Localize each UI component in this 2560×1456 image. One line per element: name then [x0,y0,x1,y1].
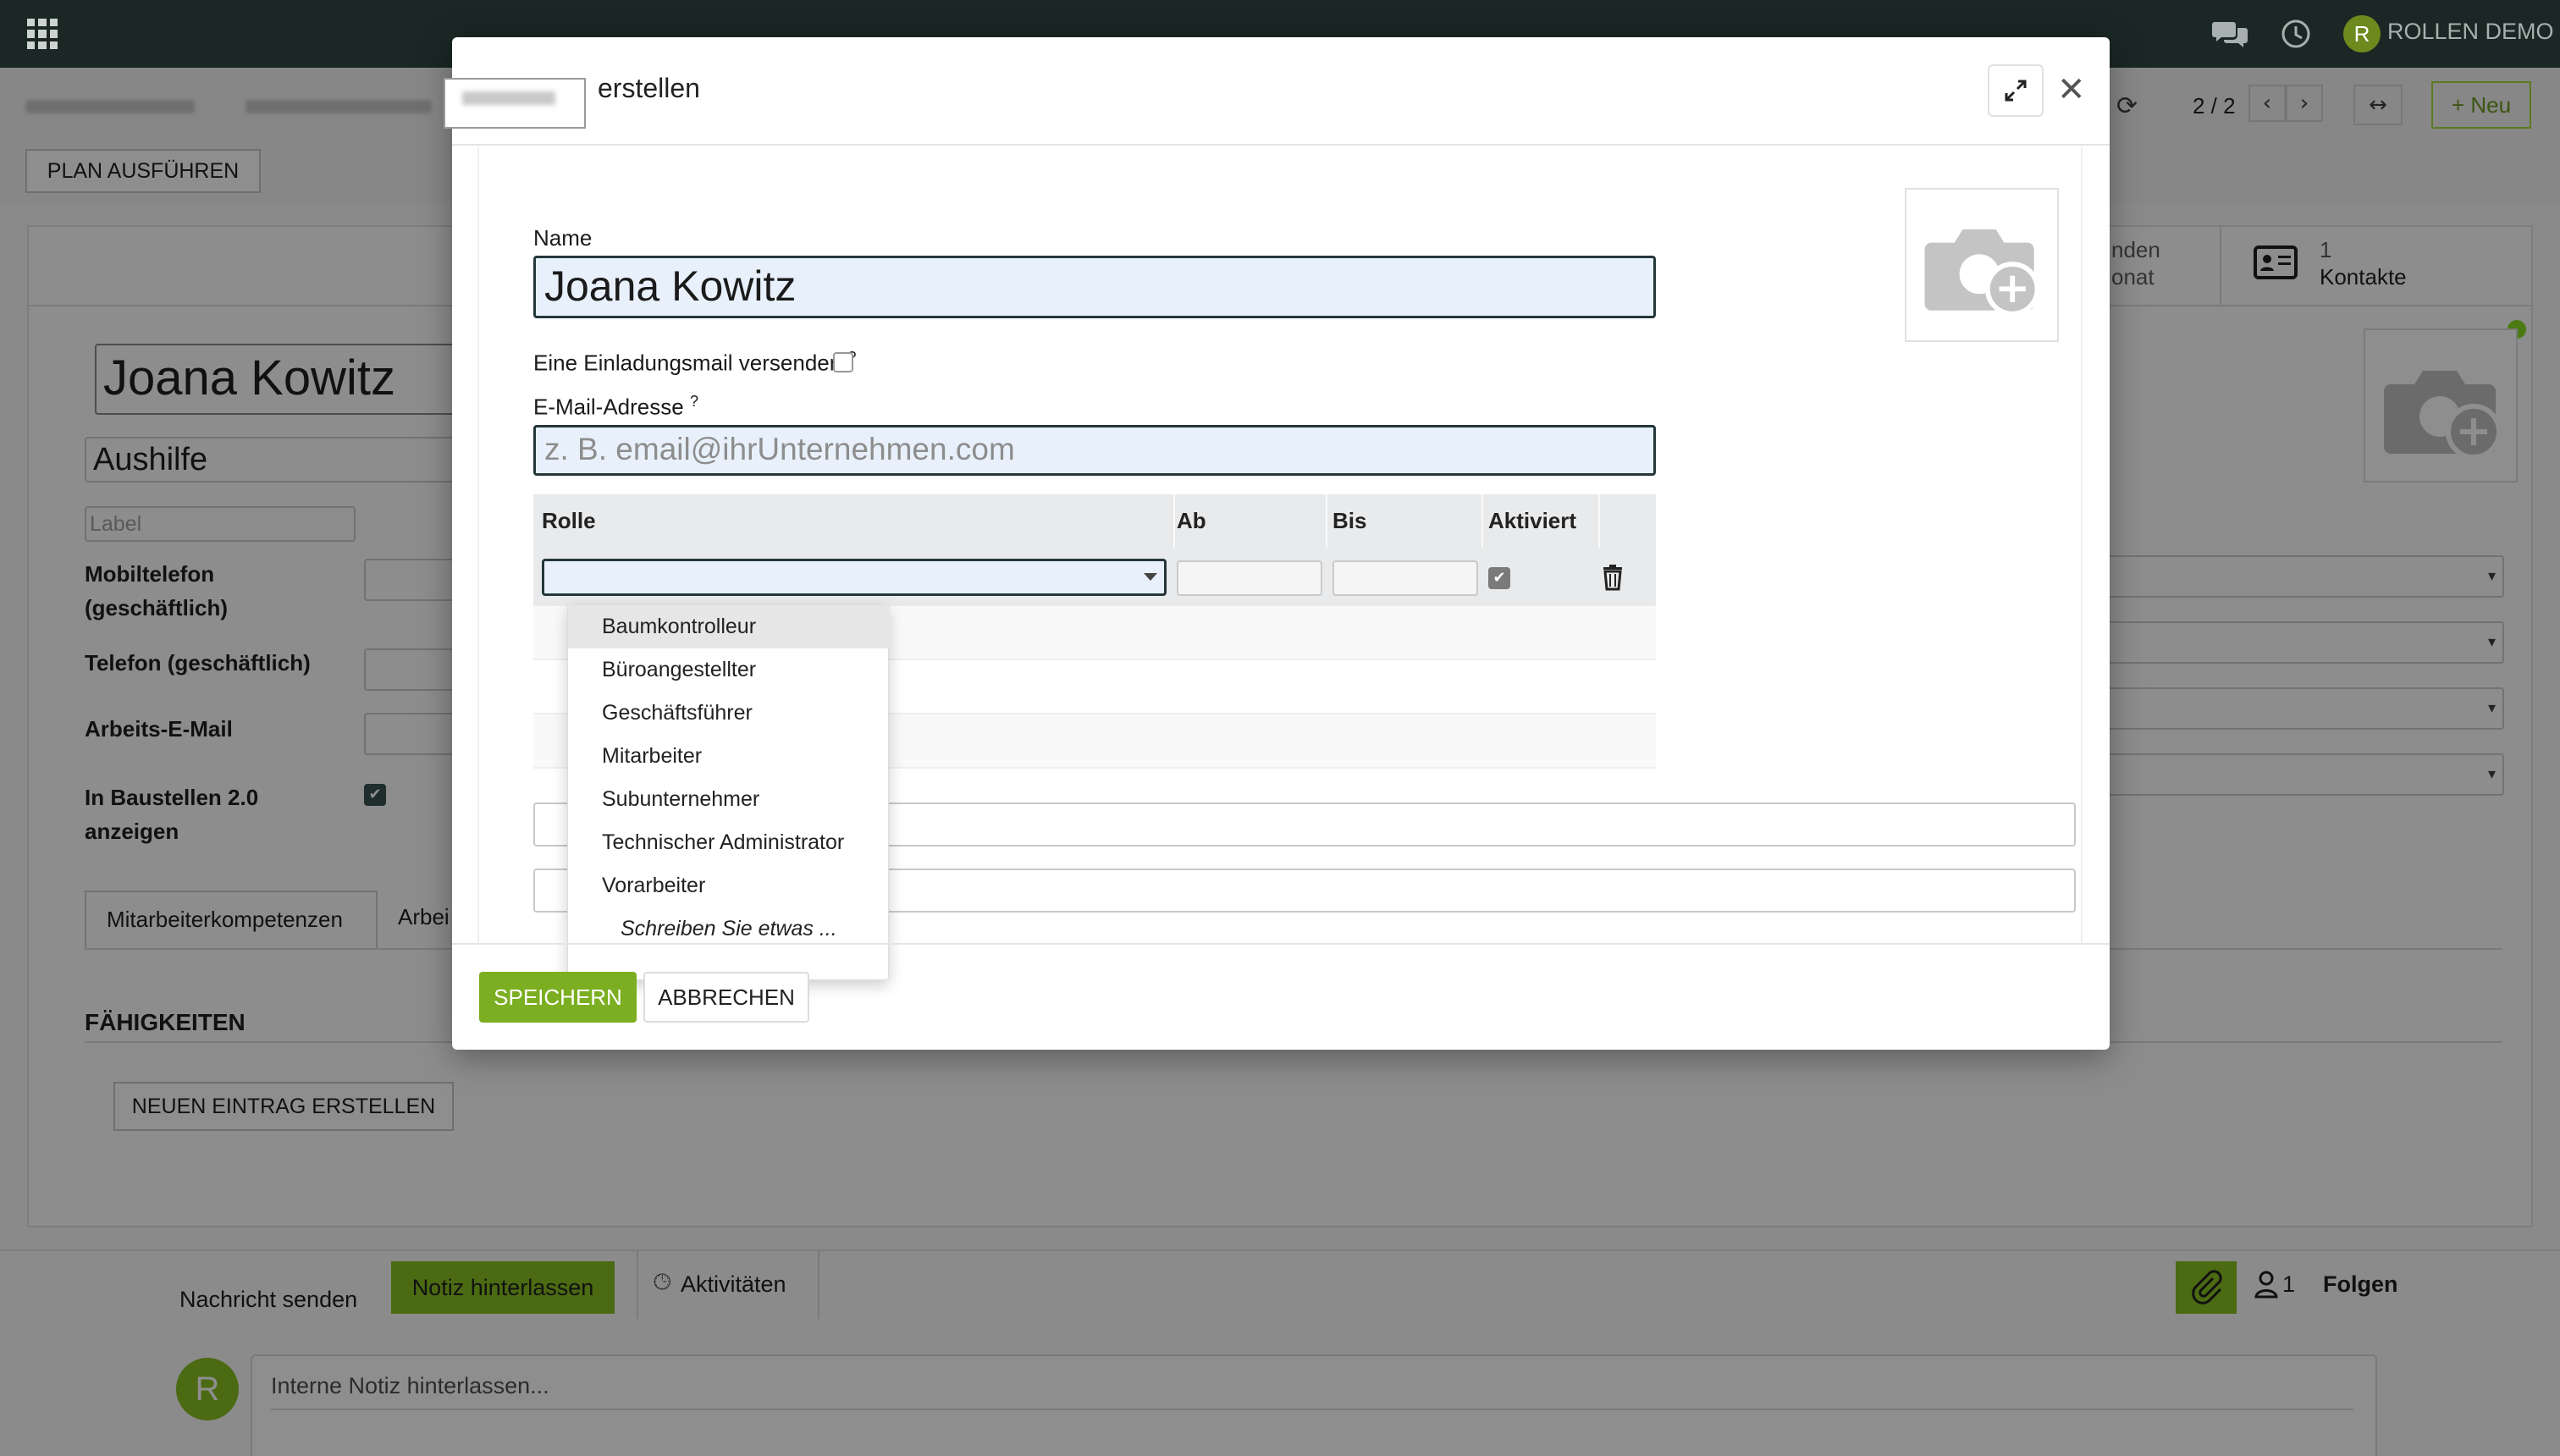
dropdown-option[interactable]: Mitarbeiter [568,735,890,778]
invite-label-text: Eine Einladungsmail versenden [533,350,842,376]
stat-divider [2220,227,2221,305]
activity-clock-icon: 🕒︎ [654,1270,671,1295]
followers-count[interactable]: 1 [2282,1271,2295,1298]
new-entry-button[interactable]: NEUEN EINTRAG ERSTELLEN [113,1082,454,1131]
plan-execute-button[interactable]: PLAN AUSFÜHREN [25,149,261,193]
role-dropdown-menu: Baumkontrolleur Büroangestellter Geschäf… [567,604,890,980]
dropdown-option[interactable]: Büroangestellter [568,648,890,692]
create-user-dialog: erstellen ✕ Name Joana Kowitz Eine Einla… [444,37,2110,1050]
refresh-icon[interactable]: ⟳ [2116,91,2150,125]
bg-select-2[interactable]: ▾ [2094,621,2504,664]
send-message-button[interactable]: Nachricht senden [179,1287,357,1313]
clock-icon[interactable] [2277,15,2314,52]
bg-work-email-label: Arbeits-E-Mail [85,716,233,742]
email-label: E-Mail-Adresse ? [533,393,698,421]
bg-phone-label: Telefon (geschäftlich) [85,650,311,676]
bg-select-4[interactable]: ▾ [2094,753,2504,796]
note-composer[interactable]: Interne Notiz hinterlassen... [251,1354,2377,1456]
composer-divider [271,1409,2353,1410]
bg-mobile-label: Mobiltelefon (geschäftlich) [85,561,229,620]
cancel-button[interactable]: ABBRECHEN [643,972,809,1023]
chevron-down-icon [1144,573,1157,581]
tab-competences[interactable]: Mitarbeiterkompetenzen [85,891,378,948]
chatter-panel: Nachricht senden Notiz hinterlassen 🕒︎ A… [0,1249,2560,1456]
col-to[interactable]: Bis [1332,508,1366,534]
log-note-button[interactable]: Notiz hinterlassen [391,1261,615,1314]
from-date-input[interactable] [1177,560,1322,596]
to-date-input[interactable] [1332,560,1478,596]
email-label-text: E-Mail-Adresse [533,394,684,420]
dropdown-option[interactable]: Baumkontrolleur [568,605,890,648]
name-input[interactable]: Joana Kowitz [533,256,1656,318]
dropdown-option[interactable]: Subunternehmer [568,778,890,821]
activities-label: Aktivitäten [681,1271,786,1297]
dialog-body: Name Joana Kowitz Eine Einladungsmail ve… [477,147,2083,980]
table-row: ✔ [533,549,1656,606]
bg-photo-placeholder[interactable] [2364,328,2518,483]
active-checkbox[interactable]: ✔ [1488,567,1510,589]
user-avatar[interactable]: R [2343,15,2381,52]
attachment-button[interactable] [2176,1261,2237,1314]
followers-icon[interactable] [2254,1270,2279,1299]
bg-baustellen-checkbox[interactable]: ✔ [364,784,386,806]
bg-job-title-field[interactable]: Aushilfe [85,437,484,483]
bg-name-field[interactable]: Joana Kowitz [95,344,484,415]
dropdown-option[interactable]: Geschäftsführer [568,692,890,735]
dropdown-option[interactable]: Technischer Administrator [568,821,890,864]
col-active[interactable]: Aktiviert [1488,508,1576,534]
invite-label: Eine Einladungsmail versenden ? [533,349,856,377]
bg-select-1[interactable]: ▾ [2094,555,2504,598]
skills-title: FÄHIGKEITEN [85,1009,246,1035]
contact-card-icon[interactable] [2254,245,2298,279]
note-input-placeholder[interactable]: Interne Notiz hinterlassen... [271,1373,549,1399]
breadcrumb-blurred-2[interactable] [246,100,432,113]
name-label: Name [533,225,593,251]
email-input[interactable]: z. B. email@ihrUnternehmen.com [533,425,1656,476]
dropdown-option[interactable]: Vorarbeiter [568,864,890,907]
save-button[interactable]: SPEICHERN [479,972,637,1023]
chatter-avatar: R [176,1358,239,1420]
pager-prev-icon[interactable]: ‹ [2248,85,2286,122]
dialog-title: erstellen [598,73,700,103]
follow-button[interactable]: Folgen [2323,1271,2398,1298]
activities-button[interactable]: 🕒︎ Aktivitäten [637,1251,819,1319]
new-button[interactable]: + Neu [2431,81,2531,129]
bg-label-field[interactable]: Label [85,506,356,542]
new-button-label: Neu [2470,92,2512,118]
bg-hours-partial[interactable]: nden [2111,237,2160,263]
expand-width-icon[interactable]: ↔ [2353,85,2403,125]
title-blurred-prefix [444,78,586,129]
dialog-form: Name Joana Kowitz Eine Einladungsmail ve… [477,147,2083,980]
bg-baustellen-label: In Baustellen 2.0 anzeigen [85,785,259,844]
pager-next-icon[interactable]: › [2286,85,2323,122]
role-select[interactable] [542,559,1167,596]
bg-hours-partial-2[interactable]: onat [2111,264,2154,290]
chat-icon[interactable] [2211,15,2248,52]
col-from[interactable]: Ab [1177,508,1206,534]
trash-icon[interactable] [1602,564,1624,591]
pager-value[interactable]: 2 / 2 [2193,93,2236,119]
roles-table-header: Rolle Ab Bis Aktiviert [533,494,1656,549]
invite-checkbox[interactable] [833,352,853,372]
close-icon[interactable]: ✕ [2057,73,2086,107]
photo-upload[interactable] [1905,188,2059,342]
dialog-footer: SPEICHERN ABBRECHEN [452,943,2110,1050]
user-menu-name[interactable]: ROLLEN DEMO [2387,19,2554,45]
fullscreen-toggle-icon[interactable] [1988,64,2044,117]
tab-work-partial[interactable]: Arbei [398,904,450,930]
email-help-mark[interactable]: ? [690,393,698,410]
contacts-count[interactable]: 1 [2320,237,2331,263]
contacts-label[interactable]: Kontakte [2320,264,2407,290]
dialog-header: erstellen ✕ [444,37,2110,146]
apps-menu-icon[interactable] [27,19,58,49]
col-role[interactable]: Rolle [542,508,596,534]
breadcrumb-blurred[interactable] [25,100,195,113]
bg-select-3[interactable]: ▾ [2094,687,2504,730]
